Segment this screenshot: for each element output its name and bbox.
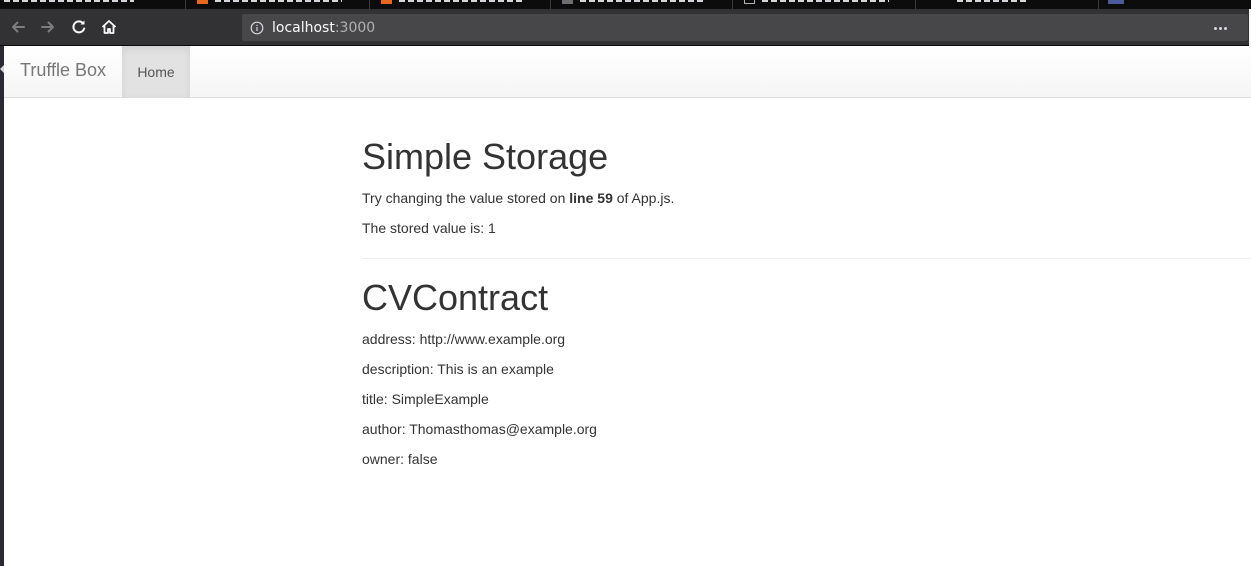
- tab-favicon-icon: [562, 0, 573, 4]
- tab-title-truncated: [215, 0, 343, 2]
- back-button[interactable]: [6, 15, 30, 39]
- url-host: localhost: [272, 19, 335, 36]
- info-icon[interactable]: [242, 14, 272, 41]
- contract-owner: owner: false: [362, 451, 438, 467]
- tab-title-truncated: [399, 0, 525, 2]
- tab-favicon-icon: [197, 0, 208, 4]
- tab-favicon-icon: [744, 0, 755, 4]
- cvcontract-heading: CVContract: [362, 277, 549, 318]
- browser-tab[interactable]: [552, 0, 733, 9]
- browser-tab[interactable]: [734, 0, 916, 9]
- url-bar[interactable]: localhost:3000: [242, 14, 1248, 41]
- instruction-text: Try changing the value stored on line 59…: [362, 190, 674, 206]
- contract-address: address: http://www.example.org: [362, 331, 566, 347]
- url-port: :3000: [334, 19, 376, 36]
- tab-title-truncated: [762, 0, 889, 2]
- page-viewport: Truffle Box Home Simple Storage Try chan…: [4, 46, 1251, 566]
- section-divider: [362, 258, 1251, 259]
- home-icon: [101, 20, 117, 34]
- arrow-right-icon: [41, 21, 54, 33]
- contract-author: author: Thomasthomas@example.org: [362, 421, 597, 437]
- instruction-prefix: Try changing the value stored on: [362, 190, 570, 206]
- more-dots-icon[interactable]: [1210, 21, 1230, 35]
- instruction-line-number: line 59: [569, 190, 613, 206]
- arrow-left-icon: [12, 21, 25, 33]
- tab-title-truncated: [957, 0, 1030, 2]
- browser-toolbar: localhost:3000: [0, 9, 1251, 46]
- forward-button[interactable]: [36, 15, 60, 39]
- contract-title: title: SimpleExample: [362, 391, 489, 407]
- simple-storage-heading: Simple Storage: [362, 136, 609, 177]
- browser-tab-strip: [0, 0, 1251, 9]
- browser-tab[interactable]: [371, 0, 551, 9]
- stored-value-text: The stored value is: 1: [362, 220, 496, 236]
- browser-tab[interactable]: [0, 0, 186, 9]
- nav-home-link[interactable]: Home: [122, 46, 190, 97]
- instruction-suffix: of App.js.: [612, 190, 675, 206]
- tab-title-truncated: [4, 0, 134, 2]
- brand-link[interactable]: Truffle Box: [20, 60, 106, 81]
- contract-description: description: This is an example: [362, 361, 554, 377]
- app-navbar: Truffle Box Home: [4, 46, 1251, 98]
- tab-favicon-icon: [381, 0, 392, 4]
- reload-button[interactable]: [67, 15, 91, 39]
- browser-tab[interactable]: [187, 0, 370, 9]
- browser-tab[interactable]: [917, 0, 1099, 9]
- url-text[interactable]: localhost:3000: [272, 20, 375, 36]
- reload-icon: [72, 20, 86, 34]
- home-button[interactable]: [97, 15, 121, 39]
- active-tab-favicon-icon: [1108, 0, 1124, 4]
- tab-title-truncated: [580, 0, 706, 2]
